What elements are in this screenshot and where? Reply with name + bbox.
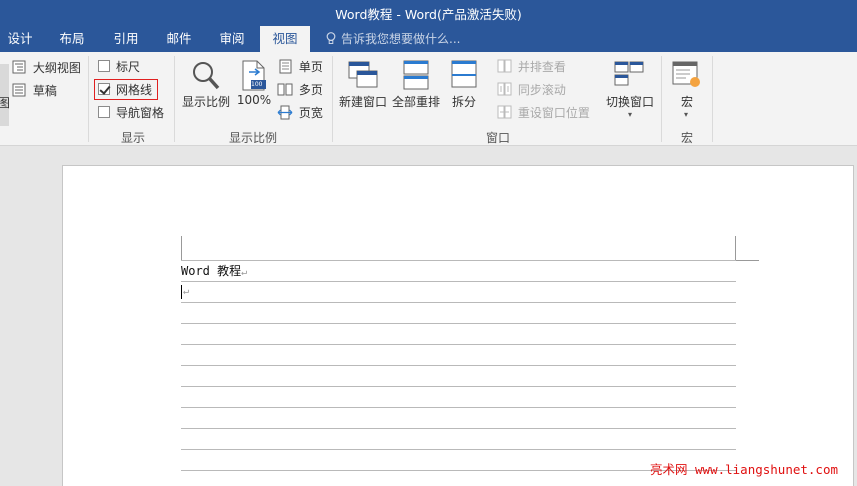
- new-window-button[interactable]: 新建窗口: [337, 58, 389, 116]
- side-by-side-button: 并排查看: [497, 58, 566, 75]
- print-layout-partial-label: 图: [0, 96, 11, 110]
- switch-windows-button[interactable]: 切换窗口 ▾: [602, 58, 658, 124]
- gridline: [181, 365, 736, 366]
- split-label: 拆分: [451, 95, 476, 109]
- ribbon-tabs: 设计 布局 引用 邮件 审阅 视图 告诉我您想要做什么...: [0, 26, 857, 52]
- draft-view-label: 草稿: [32, 84, 57, 98]
- separator: [712, 56, 713, 142]
- paragraph-mark: ↵: [241, 267, 248, 278]
- zoom-100-button[interactable]: 100 100%: [236, 58, 272, 116]
- tell-me-box[interactable]: 告诉我您想要做什么...: [326, 26, 460, 52]
- zoom-100-badge: 100: [251, 81, 263, 88]
- document-text: Word 教程: [181, 264, 242, 278]
- macros-label: 宏: [680, 95, 693, 109]
- tab-mailings[interactable]: 邮件: [159, 26, 199, 52]
- outline-view-button[interactable]: 大纲视图: [12, 59, 81, 76]
- sync-scroll-button: 同步滚动: [497, 81, 566, 98]
- tab-references[interactable]: 引用: [106, 26, 146, 52]
- macros-group-label: 宏: [680, 131, 693, 145]
- gridline: [181, 302, 736, 303]
- lightbulb-icon: [326, 32, 336, 44]
- chevron-down-icon: ▾: [628, 110, 633, 119]
- document-line-1: Word 教程↵: [181, 262, 247, 279]
- tell-me-placeholder: 告诉我您想要做什么...: [341, 32, 461, 46]
- margin-corner-mark: [181, 236, 182, 260]
- zoom-button[interactable]: 显示比例: [180, 58, 232, 116]
- reset-window-icon: [497, 105, 512, 119]
- ruler-checkbox[interactable]: [98, 60, 110, 72]
- document-line-2: ↵: [183, 283, 189, 297]
- nav-pane-label: 导航窗格: [116, 106, 165, 120]
- tab-design[interactable]: 设计: [0, 26, 40, 52]
- page-width-button[interactable]: 页宽: [277, 104, 323, 121]
- ribbon: 图 大纲视图 草稿 标尺 网格线 导航窗格 显示 显示比例 100 100% 单…: [0, 52, 857, 146]
- gridlines-checkbox[interactable]: [98, 83, 110, 95]
- multi-page-icon: [277, 83, 293, 96]
- separator: [174, 56, 175, 142]
- gridlines-label: 网格线: [116, 83, 153, 97]
- document-area: Word 教程↵ ↵: [0, 147, 857, 486]
- arrange-all-icon: [403, 60, 429, 90]
- multi-page-button[interactable]: 多页: [277, 81, 323, 98]
- separator: [661, 56, 662, 142]
- page-width-label: 页宽: [298, 106, 323, 120]
- ruler-label: 标尺: [116, 60, 141, 74]
- sync-scroll-icon: [497, 82, 512, 96]
- text-caret: [181, 285, 182, 299]
- reset-window-label: 重设窗口位置: [517, 106, 590, 120]
- side-by-side-label: 并排查看: [517, 60, 566, 74]
- separator: [332, 56, 333, 142]
- gridline: [181, 281, 736, 282]
- tab-review[interactable]: 审阅: [212, 26, 252, 52]
- watermark: 亮术网 www.liangshunet.com: [650, 462, 839, 477]
- show-group-label: 显示: [120, 131, 145, 145]
- new-window-label: 新建窗口: [338, 95, 387, 109]
- one-page-label: 单页: [298, 60, 323, 74]
- split-icon: [451, 60, 477, 88]
- zoom-group-label: 显示比例: [228, 131, 277, 145]
- one-page-button[interactable]: 单页: [279, 58, 323, 75]
- outline-view-label: 大纲视图: [32, 61, 81, 75]
- switch-windows-label: 切换窗口: [605, 95, 654, 109]
- document-page[interactable]: Word 教程↵ ↵: [62, 165, 854, 486]
- arrange-all-label: 全部重排: [391, 95, 440, 109]
- gridline: [181, 260, 736, 261]
- margin-corner-mark: [735, 236, 736, 260]
- window-group-label: 窗口: [485, 131, 510, 145]
- chevron-down-icon: ▾: [684, 110, 689, 119]
- zoom-label: 显示比例: [181, 95, 230, 109]
- macros-icon: [672, 61, 700, 87]
- title-bar: Word教程 - Word(产品激活失败): [0, 0, 857, 26]
- margin-corner-mark: [735, 260, 759, 261]
- outline-view-icon: [12, 60, 26, 74]
- switch-windows-icon: [614, 61, 644, 86]
- gridline: [181, 428, 736, 429]
- gridline: [181, 449, 736, 450]
- page-width-icon: [277, 105, 293, 120]
- tab-view[interactable]: 视图: [260, 26, 310, 52]
- arrange-all-button[interactable]: 全部重排: [390, 58, 442, 116]
- reset-window-button: 重设窗口位置: [497, 104, 590, 121]
- draft-view-icon: [12, 83, 26, 97]
- split-button[interactable]: 拆分: [446, 58, 482, 116]
- macros-button[interactable]: 宏 ▾: [667, 58, 707, 124]
- gridline: [181, 323, 736, 324]
- zoom-100-label: 100%: [236, 93, 272, 107]
- gridline: [181, 386, 736, 387]
- draft-view-button[interactable]: 草稿: [12, 82, 57, 99]
- paragraph-mark: ↵: [183, 286, 190, 297]
- gridline: [181, 407, 736, 408]
- multi-page-label: 多页: [298, 83, 323, 97]
- sync-scroll-label: 同步滚动: [517, 83, 566, 97]
- nav-pane-checkbox[interactable]: [98, 106, 110, 118]
- side-by-side-icon: [497, 59, 512, 73]
- tab-layout[interactable]: 布局: [52, 26, 92, 52]
- window-title: Word教程 - Word(产品激活失败): [335, 7, 522, 22]
- separator: [88, 56, 89, 142]
- one-page-icon: [279, 59, 292, 74]
- magnifier-icon: [193, 62, 220, 90]
- new-window-icon: [348, 61, 378, 88]
- gridline: [181, 344, 736, 345]
